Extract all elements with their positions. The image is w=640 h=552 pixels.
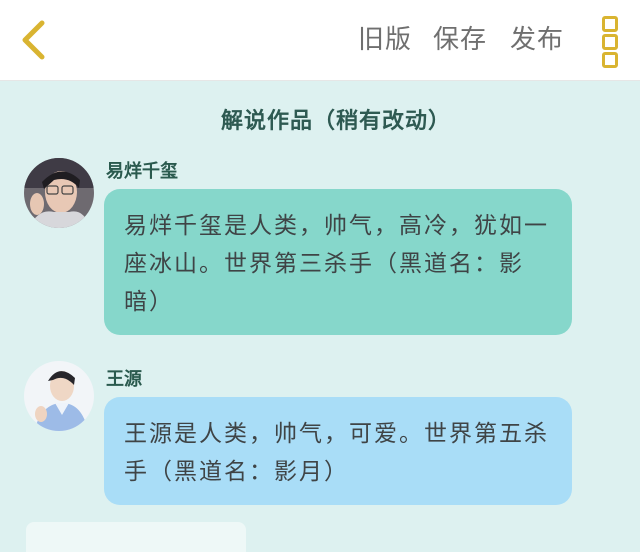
more-vertical-icon-dot [602,52,618,68]
old-version-button[interactable]: 旧版 [358,22,412,58]
top-toolbar: 旧版 保存 发布 [0,0,640,81]
avatar[interactable] [24,361,94,431]
more-options-button[interactable] [598,14,622,68]
speaker-name: 王源 [106,369,142,390]
more-vertical-icon [602,16,618,32]
publish-button[interactable]: 发布 [510,22,564,58]
message-bubble: 易烊千玺是人类，帅气，高冷，犹如一座冰山。世界第三杀手（黑道名：影暗） [104,189,572,335]
back-button[interactable] [14,16,54,64]
speaker-name: 易烊千玺 [106,161,178,182]
next-message-preview [26,522,246,552]
chat-content: 解说作品（稍有改动） 易烊千玺 易烊千玺是人类，帅气，高冷，犹如一座冰山。世界第… [0,81,640,552]
chevron-left-icon [22,20,45,60]
save-button[interactable]: 保存 [433,22,487,58]
avatar[interactable] [24,158,94,228]
chat-title: 解说作品（稍有改动） [220,109,451,134]
message-bubble: 王源是人类，帅气，可爱。世界第五杀手（黑道名：影月） [104,397,572,505]
more-vertical-icon-dot [602,34,618,50]
